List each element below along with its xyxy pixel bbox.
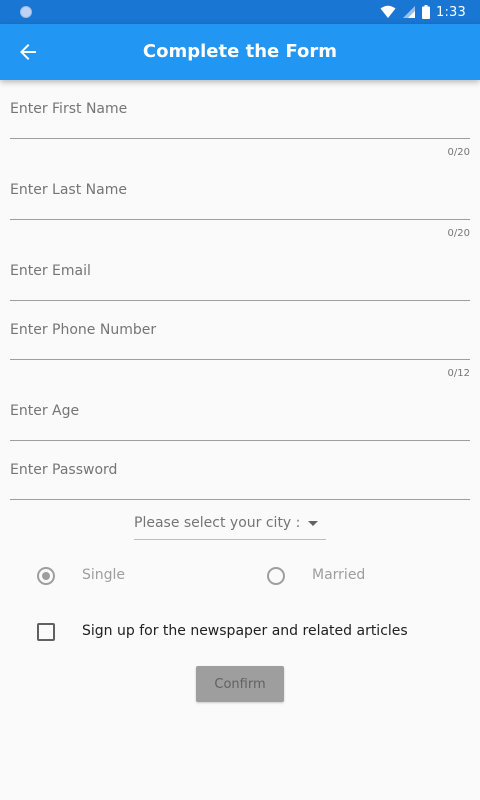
signal-icon	[403, 6, 415, 18]
back-button[interactable]	[12, 36, 44, 68]
notification-icon	[20, 6, 32, 18]
radio-single-label[interactable]: Single	[82, 567, 125, 583]
last-name-input[interactable]	[10, 175, 470, 205]
age-input[interactable]	[10, 396, 470, 426]
email-input[interactable]	[10, 256, 470, 286]
city-dropdown[interactable]: Please select your city :	[134, 510, 326, 540]
newsletter-checkbox[interactable]	[37, 623, 55, 641]
wifi-icon	[380, 5, 396, 18]
email-underline	[10, 300, 470, 301]
first-name-field[interactable]: 0/20	[10, 94, 470, 158]
first-name-input[interactable]	[10, 94, 470, 124]
status-icons: 1:33	[380, 0, 466, 24]
confirm-button[interactable]: Confirm	[196, 666, 284, 702]
email-field[interactable]	[10, 256, 470, 301]
last-name-field[interactable]: 0/20	[10, 175, 470, 239]
password-field[interactable]	[10, 455, 470, 500]
radio-married[interactable]	[267, 567, 285, 585]
last-name-counter: 0/20	[447, 228, 470, 239]
arrow-back-icon	[20, 44, 36, 60]
first-name-counter: 0/20	[447, 147, 470, 158]
password-input[interactable]	[10, 455, 470, 485]
phone-counter: 0/12	[447, 368, 470, 379]
page-title: Complete the Form	[142, 41, 338, 62]
phone-input[interactable]	[10, 315, 470, 345]
password-underline	[10, 499, 470, 500]
phone-field[interactable]: 0/12	[10, 315, 470, 379]
phone-underline	[10, 359, 470, 360]
last-name-underline	[10, 219, 470, 220]
newsletter-checkbox-label[interactable]: Sign up for the newspaper and related ar…	[82, 623, 408, 639]
first-name-underline	[10, 138, 470, 139]
status-bar: 1:33	[0, 0, 480, 24]
age-field[interactable]	[10, 396, 470, 441]
app-bar: Complete the Form	[0, 24, 480, 80]
radio-single[interactable]	[37, 567, 55, 585]
dropdown-arrow-icon	[308, 521, 318, 526]
age-underline	[10, 440, 470, 441]
radio-married-label[interactable]: Married	[312, 567, 365, 583]
city-dropdown-underline	[134, 539, 326, 540]
city-dropdown-label: Please select your city :	[134, 515, 301, 531]
status-time: 1:33	[436, 4, 466, 20]
battery-icon	[422, 5, 430, 19]
